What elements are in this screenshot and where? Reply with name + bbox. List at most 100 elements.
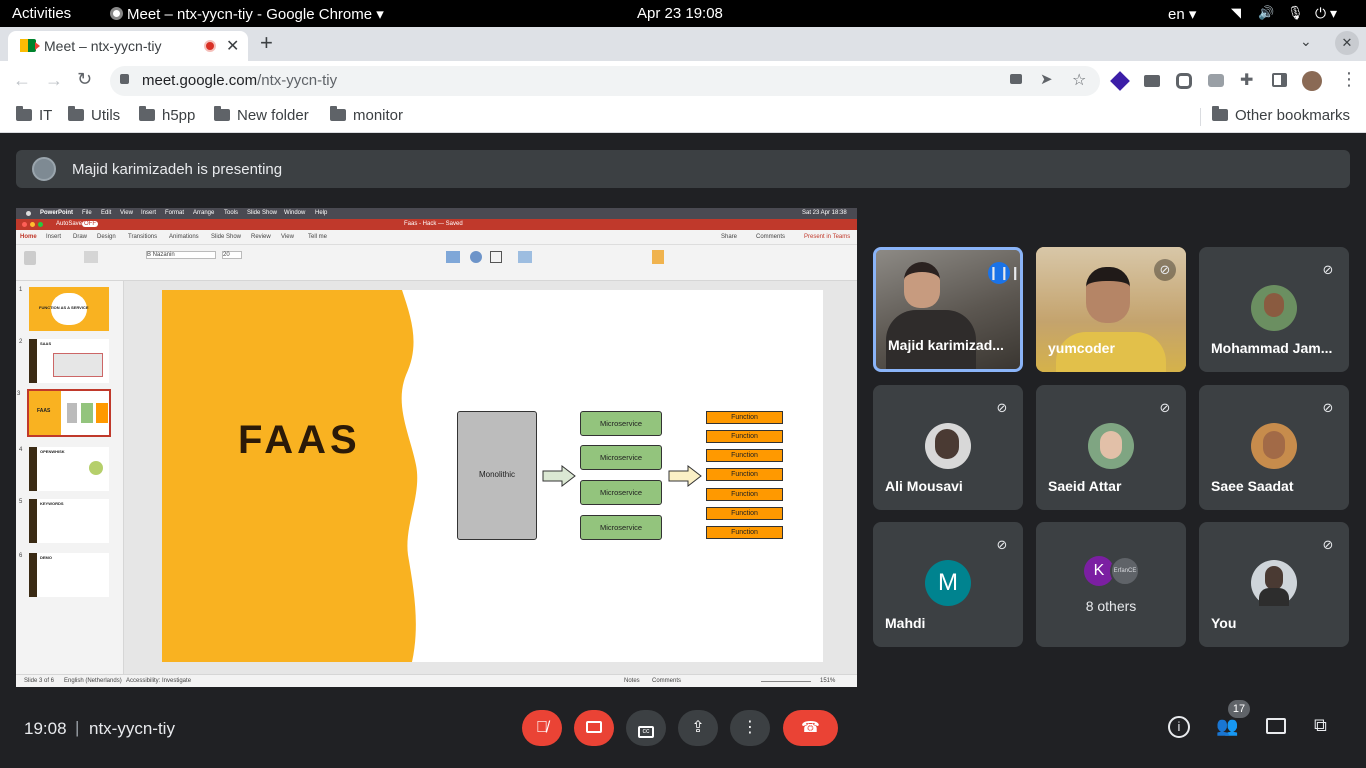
microphone-toggle-button[interactable]: 🎙̸ <box>522 710 562 746</box>
others-count-label: 8 others <box>1085 598 1137 614</box>
thumbnail-number: 3 <box>17 391 21 397</box>
bookmark-folder-it[interactable]: IT <box>16 106 52 124</box>
function-box: Function <box>706 449 783 462</box>
status-notes: Notes <box>624 678 640 684</box>
extensions-puzzle-icon[interactable]: ✚ <box>1240 70 1253 90</box>
camera-in-use-icon[interactable] <box>1010 74 1022 84</box>
thumbnail-circle <box>89 461 103 475</box>
window-close-button[interactable]: ✕ <box>1335 31 1359 55</box>
send-icon[interactable]: ➤ <box>1040 70 1053 88</box>
bookmark-star-icon[interactable]: ☆ <box>1072 70 1086 90</box>
zoom-level: 151% <box>820 678 836 684</box>
autosave-label: AutoSave <box>56 221 83 227</box>
activities-icon[interactable]: ⧉ <box>1314 715 1327 736</box>
power-icon[interactable]: ⏻ ▾ <box>1315 5 1337 22</box>
volume-icon[interactable]: 🔊 <box>1258 5 1274 21</box>
meeting-time: 19:08 <box>24 719 67 738</box>
participant-tile-others[interactable]: K ErfanCE 8 others <box>1036 522 1186 647</box>
back-arrow-icon[interactable]: ← <box>13 70 31 91</box>
slide-thumbnail: 5 KEYWORDS <box>19 499 109 543</box>
thumbnail-diagram <box>96 403 108 423</box>
muted-mic-icon: ⊘ <box>996 537 1008 552</box>
tab-search-icon[interactable]: ⌄ <box>1300 33 1312 50</box>
microservice-box: Microservice <box>580 445 662 470</box>
lock-icon <box>120 74 129 84</box>
shared-screen[interactable]: PowerPoint File Edit View Insert Format … <box>16 208 857 687</box>
function-box: Function <box>706 488 783 501</box>
captions-button[interactable]: cc <box>626 710 666 746</box>
bookmark-label: New folder <box>237 107 309 124</box>
extension-stack-icon[interactable] <box>1110 71 1130 91</box>
close-tab-icon[interactable]: ✕ <box>226 36 239 56</box>
wifi-icon[interactable]: ◥ <box>1231 5 1241 21</box>
ribbon-tab-home: Home <box>20 234 37 240</box>
present-now-button[interactable]: ⇪ <box>678 710 718 746</box>
participant-tile-majid[interactable]: ❙❙❙ Majid karimizad... <box>873 247 1023 372</box>
participant-tile-yumcoder[interactable]: ⊘ yumcoder <box>1036 247 1186 372</box>
chat-icon[interactable] <box>1266 718 1286 734</box>
new-tab-button[interactable]: + <box>260 30 273 56</box>
forward-arrow-icon[interactable]: → <box>45 70 63 91</box>
reload-icon[interactable]: ↻ <box>77 69 92 90</box>
mic-off-icon: 🎙̸ <box>536 719 548 736</box>
chrome-menu-icon[interactable]: ⋮ <box>1340 69 1358 90</box>
bookmark-folder-monitor[interactable]: monitor <box>330 106 403 124</box>
ppt-ribbon: B Nazanin 20 <box>16 245 857 281</box>
zoom-slider <box>761 681 811 682</box>
mac-clock: Sat 23 Apr 18:38 <box>802 210 847 216</box>
participant-tile-mahdi[interactable]: M ⊘ Mahdi <box>873 522 1023 647</box>
ribbon-tab-draw: Draw <box>73 234 88 240</box>
language-indicator[interactable]: en ▾ <box>1168 5 1196 23</box>
address-bar[interactable]: meet.google.com/ntx-yycn-tiy ➤ ☆ <box>110 66 1100 96</box>
apple-icon <box>26 211 31 216</box>
arrange-icon <box>518 251 532 263</box>
thumbnail-title: KEYWORDS <box>40 501 64 506</box>
folder-icon <box>68 106 84 121</box>
bookmark-folder-utils[interactable]: Utils <box>68 106 121 124</box>
slide-thumbnail: 2 SAAS <box>19 339 109 383</box>
profile-avatar[interactable] <box>1302 71 1322 91</box>
participant-tile-you[interactable]: ⊘ You <box>1199 522 1349 647</box>
microservice-label: Microservice <box>599 488 643 497</box>
window-zoom-dot <box>38 222 43 227</box>
orange-wave-panel <box>162 290 418 662</box>
activities-button[interactable]: Activities <box>12 5 71 22</box>
thumbnail-title: DEMO <box>40 555 52 560</box>
thumbnail-title: SAAS <box>40 341 52 346</box>
participant-name: Saee Saadat <box>1211 478 1294 494</box>
leave-call-button[interactable]: ☎ <box>783 710 838 746</box>
ribbon-tab-transitions: Transitions <box>128 234 158 240</box>
more-options-button[interactable]: ⋮ <box>730 710 770 746</box>
people-icon[interactable]: 👥 <box>1216 716 1238 737</box>
side-panel-icon[interactable] <box>1272 73 1287 87</box>
participant-tile-mohammad[interactable]: ⊘ Mohammad Jam... <box>1199 247 1349 372</box>
other-bookmarks[interactable]: Other bookmarks <box>1212 106 1350 124</box>
paste-icon <box>24 251 36 265</box>
participant-name: Ali Mousavi <box>885 478 963 494</box>
language-label: en <box>1168 6 1185 23</box>
meeting-details-icon[interactable]: i <box>1168 716 1190 738</box>
browser-tab[interactable]: Meet – ntx-yycn-tiy ✕ <box>8 31 248 61</box>
mac-menu-window: Window <box>284 210 306 216</box>
url-host: meet.google.com <box>142 72 258 89</box>
participant-tile-saee[interactable]: ⊘ Saee Saadat <box>1199 385 1349 510</box>
participant-tile-saeid[interactable]: ⊘ Saeid Attar <box>1036 385 1186 510</box>
meet-favicon-icon <box>20 39 40 52</box>
clock[interactable]: Apr 23 19:08 <box>637 5 723 22</box>
participant-tile-ali[interactable]: ⊘ Ali Mousavi <box>873 385 1023 510</box>
app-menu[interactable]: Meet – ntx-yycn-tiy - Google Chrome ▾ <box>110 5 384 23</box>
mail-extension-icon[interactable] <box>1144 75 1160 87</box>
participant-name: You <box>1211 615 1237 631</box>
bookmark-folder-h5pp[interactable]: h5pp <box>139 106 195 124</box>
microphone-icon[interactable]: 🎙 <box>1287 5 1304 21</box>
function-box: Function <box>706 411 783 424</box>
hang-up-icon: ☎ <box>801 719 820 736</box>
layout-icon <box>84 251 98 263</box>
camera-toggle-button[interactable] <box>574 710 614 746</box>
screenshot-extension-icon[interactable] <box>1208 74 1224 87</box>
link-extension-icon[interactable] <box>1176 73 1192 89</box>
bookmark-folder-new-folder[interactable]: New folder <box>214 106 309 124</box>
bookmark-label: Utils <box>91 107 121 124</box>
thumbnail-title: FAAS <box>37 408 51 414</box>
avatar-face <box>1100 431 1122 459</box>
